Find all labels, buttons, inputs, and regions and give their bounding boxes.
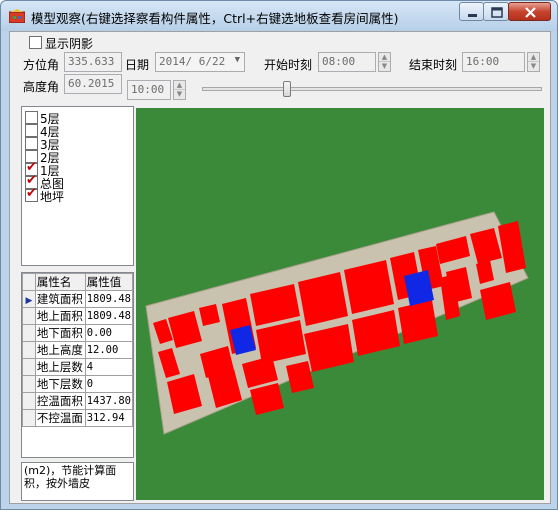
property-row[interactable]: 控温面积 1437.80 bbox=[22, 392, 133, 410]
dropdown-arrow-icon: ▼ bbox=[234, 55, 240, 65]
spin-down-icon[interactable]: ▼ bbox=[528, 62, 539, 71]
spin-up-icon[interactable]: ▲ bbox=[174, 81, 185, 90]
property-row[interactable]: ▶ 建筑面积 1809.48 bbox=[22, 290, 133, 308]
building-model[interactable] bbox=[136, 108, 544, 500]
dialog-body: 显示阴影 方位角 335.633 日期 2014/ 6/22 ▼ 开始时刻 08… bbox=[9, 31, 551, 504]
time-slider[interactable] bbox=[202, 87, 542, 91]
column-header-name: 属性名 bbox=[34, 273, 86, 291]
layer-list: 5层4层3层2层1层总图地坪 bbox=[21, 106, 134, 266]
row-header-corner bbox=[22, 273, 36, 291]
layer-checkbox[interactable] bbox=[25, 111, 38, 124]
close-button[interactable] bbox=[508, 2, 551, 21]
end-time-label: 结束时刻 bbox=[409, 58, 458, 72]
column-header-value: 属性值 bbox=[84, 273, 133, 291]
row-indicator[interactable] bbox=[22, 392, 36, 410]
end-time-field[interactable]: 16:00 bbox=[462, 52, 525, 72]
property-value[interactable]: 312.94 bbox=[85, 409, 133, 427]
start-time-label: 开始时刻 bbox=[264, 58, 313, 72]
window-title: 模型观察(右键选择察看构件属性，Ctrl+右键选地板查看房间属性) bbox=[31, 11, 399, 26]
property-name[interactable]: 建筑面积 bbox=[35, 290, 86, 308]
spin-down-icon[interactable]: ▼ bbox=[174, 90, 185, 99]
row-indicator[interactable] bbox=[22, 341, 36, 359]
date-picker[interactable]: 2014/ 6/22 ▼ bbox=[155, 52, 245, 72]
title-bar[interactable]: 模型观察(右键选择察看构件属性，Ctrl+右键选地板查看房间属性) bbox=[1, 1, 557, 31]
current-time-spinner[interactable]: ▲ ▼ bbox=[173, 80, 186, 100]
end-time-spinner[interactable]: ▲ ▼ bbox=[527, 52, 540, 72]
shadow-checkbox[interactable] bbox=[29, 36, 42, 49]
start-time-spinner[interactable]: ▲ ▼ bbox=[378, 52, 391, 72]
time-slider-thumb[interactable] bbox=[283, 81, 291, 97]
app-icon bbox=[9, 9, 25, 23]
property-value[interactable]: 12.00 bbox=[85, 341, 133, 359]
row-indicator[interactable] bbox=[22, 358, 36, 376]
layer-item[interactable]: 地坪 bbox=[25, 186, 125, 204]
maximize-button[interactable] bbox=[483, 2, 509, 21]
property-value[interactable]: 4 bbox=[85, 358, 133, 376]
property-row[interactable]: 地上面积 1809.48 bbox=[22, 307, 133, 325]
current-time-field[interactable]: 10:00 bbox=[127, 80, 171, 100]
property-value[interactable]: 0.00 bbox=[85, 324, 133, 342]
minimize-button[interactable] bbox=[459, 2, 484, 21]
layer-checkbox[interactable] bbox=[25, 186, 38, 202]
row-indicator[interactable] bbox=[22, 375, 36, 393]
date-value: 2014/ 6/22 bbox=[159, 55, 226, 68]
property-row[interactable]: 地上高度 12.00 bbox=[22, 341, 133, 359]
property-name[interactable]: 不控温面 bbox=[35, 409, 86, 427]
3d-viewport[interactable] bbox=[136, 108, 544, 500]
row-indicator[interactable]: ▶ bbox=[22, 290, 36, 308]
property-name[interactable]: 地下层数 bbox=[35, 375, 86, 393]
altitude-field[interactable]: 60.2015 bbox=[64, 74, 122, 94]
property-value[interactable]: 1809.48 bbox=[85, 290, 133, 308]
property-value[interactable]: 1437.80 bbox=[85, 392, 133, 410]
minimize-icon bbox=[468, 14, 477, 17]
azimuth-field[interactable]: 335.633 bbox=[64, 52, 122, 72]
spin-up-icon[interactable]: ▲ bbox=[379, 53, 390, 62]
spin-up-icon[interactable]: ▲ bbox=[528, 53, 539, 62]
row-indicator[interactable] bbox=[22, 324, 36, 342]
current-row-icon: ▶ bbox=[25, 296, 33, 306]
property-name[interactable]: 地上高度 bbox=[35, 341, 86, 359]
property-value[interactable]: 1809.48 bbox=[85, 307, 133, 325]
altitude-label: 高度角 bbox=[23, 80, 60, 94]
property-grid: 属性名 属性值 ▶ 建筑面积 1809.48 地上面积 1809.48 地下面积 0.00 地… bbox=[21, 272, 134, 458]
property-row[interactable]: 不控温面 312.94 bbox=[22, 409, 133, 427]
shadow-label: 显示阴影 bbox=[45, 37, 94, 51]
model-view-window: 模型观察(右键选择察看构件属性，Ctrl+右键选地板查看房间属性) 显示阴影 方… bbox=[0, 0, 558, 510]
property-header-row: 属性名 属性值 bbox=[22, 273, 133, 291]
row-indicator[interactable] bbox=[22, 409, 36, 427]
property-value[interactable]: 0 bbox=[85, 375, 133, 393]
property-name[interactable]: 地上面积 bbox=[35, 307, 86, 325]
layer-label: 地坪 bbox=[40, 190, 65, 204]
layer-checkbox[interactable] bbox=[25, 124, 38, 137]
property-row[interactable]: 地下层数 0 bbox=[22, 375, 133, 393]
maximize-icon bbox=[491, 7, 503, 18]
close-icon bbox=[525, 7, 536, 18]
row-indicator[interactable] bbox=[22, 307, 36, 325]
property-name[interactable]: 地下面积 bbox=[35, 324, 86, 342]
room[interactable] bbox=[398, 300, 438, 344]
start-time-field[interactable]: 08:00 bbox=[318, 52, 376, 72]
property-name[interactable]: 地上层数 bbox=[35, 358, 86, 376]
property-name[interactable]: 控温面积 bbox=[35, 392, 86, 410]
azimuth-label: 方位角 bbox=[23, 58, 60, 72]
property-row[interactable]: 地下面积 0.00 bbox=[22, 324, 133, 342]
hint-text: (m2)，节能计算面积，按外墙皮 bbox=[21, 462, 134, 501]
date-label: 日期 bbox=[125, 58, 150, 72]
property-row[interactable]: 地上层数 4 bbox=[22, 358, 133, 376]
spin-down-icon[interactable]: ▼ bbox=[379, 62, 390, 71]
layer-checkbox[interactable] bbox=[25, 137, 38, 150]
